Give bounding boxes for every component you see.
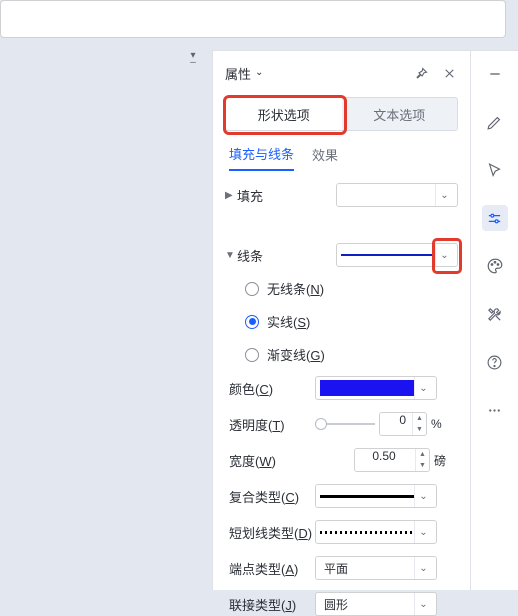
color-swatch <box>320 380 414 396</box>
properties-panel: 属性 ⌄ 形状选项 文本选项 填充与线条 效果 ▶ 填充 ⌄ ▼ 线条 <box>212 50 470 590</box>
chevron-down-icon: ⌄ <box>414 593 432 615</box>
spin-down-icon[interactable]: ▼ <box>413 424 426 435</box>
opacity-label: 透明度(T) <box>225 415 315 434</box>
pin-icon[interactable] <box>412 64 430 82</box>
join-value: 圆形 <box>320 596 414 613</box>
radio-solid-line[interactable]: 实线(S) <box>245 312 458 331</box>
width-value: 0.50 <box>372 449 411 463</box>
fill-selector[interactable]: ⌄ <box>336 183 458 207</box>
dash-selector[interactable]: ⌄ <box>315 520 437 544</box>
line-label: 线条 <box>237 246 336 265</box>
tab-shape-label: 形状选项 <box>258 105 310 124</box>
width-input[interactable]: 0.50 ▲▼ <box>354 448 430 472</box>
sub-tabs: 填充与线条 效果 <box>225 139 458 171</box>
opacity-unit: % <box>431 417 442 431</box>
chevron-down-icon: ⌄ <box>414 377 432 399</box>
tools-icon[interactable] <box>482 301 508 327</box>
panel-title[interactable]: 属性 ⌄ <box>225 64 263 83</box>
radio-gradient-line-label: 渐变线(G) <box>267 345 325 364</box>
spin-down-icon[interactable]: ▼ <box>416 460 429 471</box>
compound-preview <box>320 495 414 498</box>
chevron-down-icon: ⌄ <box>414 521 432 543</box>
tab-text-options[interactable]: 文本选项 <box>342 98 458 130</box>
panel-title-text: 属性 <box>225 64 251 83</box>
compound-label: 复合类型(C) <box>225 487 315 506</box>
spin-up-icon[interactable]: ▲ <box>413 413 426 424</box>
radio-no-line-label: 无线条(N) <box>267 279 324 298</box>
subtab-fill-line[interactable]: 填充与线条 <box>229 138 294 171</box>
dash-label: 短划线类型(D) <box>225 523 315 542</box>
color-label: 颜色(C) <box>225 379 315 398</box>
panel-collapse-handle[interactable]: ▾– <box>186 52 200 66</box>
radio-no-line[interactable]: 无线条(N) <box>245 279 458 298</box>
radio-icon-checked <box>245 315 259 329</box>
fill-label: 填充 <box>237 186 336 205</box>
slider-thumb[interactable] <box>315 418 327 430</box>
line-style-selector[interactable]: ⌄ <box>336 243 458 267</box>
right-toolbar <box>470 50 518 590</box>
line-type-radios: 无线条(N) 实线(S) 渐变线(G) <box>245 279 458 364</box>
opacity-input[interactable]: 0 ▲▼ <box>379 412 427 436</box>
canvas-area: ▾– <box>0 0 200 590</box>
chevron-down-icon: ⌄ <box>255 67 263 78</box>
help-icon[interactable] <box>482 349 508 375</box>
chevron-down-icon: ⌄ <box>435 244 453 266</box>
radio-gradient-line[interactable]: 渐变线(G) <box>245 345 458 364</box>
tab-text-label: 文本选项 <box>373 105 425 124</box>
sliders-icon[interactable] <box>482 205 508 231</box>
main-tabs: 形状选项 文本选项 <box>225 97 458 131</box>
spin-up-icon[interactable]: ▲ <box>416 449 429 460</box>
width-unit: 磅 <box>434 452 458 469</box>
radio-solid-line-label: 实线(S) <box>267 312 310 331</box>
close-icon[interactable] <box>440 64 458 82</box>
chevron-down-icon: ⌄ <box>414 557 432 579</box>
opacity-slider[interactable] <box>315 423 375 425</box>
cursor-icon[interactable] <box>482 157 508 183</box>
palette-icon[interactable] <box>482 253 508 279</box>
color-selector[interactable]: ⌄ <box>315 376 437 400</box>
chevron-down-icon: ⌄ <box>414 485 432 507</box>
join-label: 联接类型(J) <box>225 595 315 614</box>
pencil-icon[interactable] <box>482 109 508 135</box>
chevron-down-icon: ⌄ <box>435 184 453 206</box>
tab-shape-options[interactable]: 形状选项 <box>226 98 342 130</box>
minus-icon[interactable] <box>482 61 508 87</box>
fill-section-header[interactable]: ▶ 填充 ⌄ <box>225 183 458 207</box>
document-viewport[interactable] <box>0 0 506 38</box>
join-selector[interactable]: 圆形 ⌄ <box>315 592 437 616</box>
line-preview <box>341 254 435 256</box>
cap-value: 平面 <box>320 560 414 577</box>
line-section-header[interactable]: ▼ 线条 ⌄ <box>225 243 458 267</box>
triangle-right-icon: ▶ <box>225 190 237 201</box>
subtab-effects[interactable]: 效果 <box>312 139 338 170</box>
radio-icon <box>245 348 259 362</box>
cap-selector[interactable]: 平面 ⌄ <box>315 556 437 580</box>
compound-selector[interactable]: ⌄ <box>315 484 437 508</box>
width-label: 宽度(W) <box>225 451 315 470</box>
radio-icon <box>245 282 259 296</box>
triangle-down-icon: ▼ <box>225 250 237 261</box>
more-icon[interactable] <box>482 397 508 423</box>
cap-label: 端点类型(A) <box>225 559 315 578</box>
dash-preview <box>320 531 414 534</box>
